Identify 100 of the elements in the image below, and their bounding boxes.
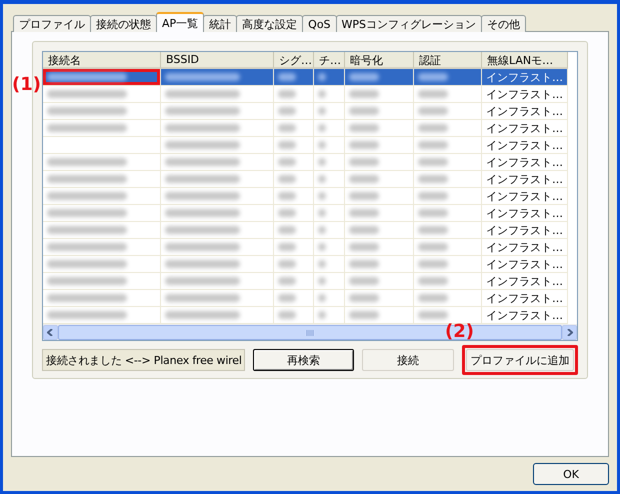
redacted-text [418,226,448,234]
redacted-text [278,158,296,166]
column-header[interactable]: 認証 [414,52,482,69]
table-cell: インフラスト… [482,290,568,307]
redacted-text [349,192,379,200]
action-button[interactable]: 再検索 [252,349,354,371]
table-cell: インフラスト… [482,188,568,205]
table-cell: インフラスト… [482,205,568,222]
redacted-text [278,260,296,268]
redacted-text [418,209,448,217]
grip-icon [306,330,314,336]
redacted-text [349,141,379,149]
table-cell: インフラスト… [482,137,568,154]
redacted-text [318,192,326,200]
tab[interactable]: その他 [481,15,526,32]
redacted-text [418,107,448,115]
tab[interactable]: WPSコンフィグレーション [336,15,482,32]
table-cell: インフラスト… [482,171,568,188]
redacted-text [318,141,326,149]
redacted-text [349,107,379,115]
action-button[interactable]: プロファイルに追加 [466,349,574,371]
table-cell: インフラスト… [482,69,568,86]
table-cell: インフラスト… [482,273,568,290]
redacted-text [278,226,296,234]
table-cell: インフラスト… [482,86,568,103]
table-cell: インフラスト… [482,307,568,324]
redacted-text [318,107,326,115]
table-cell: インフラスト… [482,120,568,137]
redacted-text [278,243,296,251]
redacted-text [418,243,448,251]
redacted-text [318,260,326,268]
redacted-text [349,175,379,183]
redacted-text [349,294,379,302]
status-text: 接続されました <--> Planex free wirel [42,349,245,371]
annotation-label: (1) [12,74,41,95]
redacted-text [278,141,296,149]
scroll-right-icon[interactable] [562,325,577,340]
redacted-text [318,158,326,166]
table-cell: インフラスト… [482,154,568,171]
column-header[interactable]: チ… [314,52,345,69]
tab[interactable]: 統計 [203,15,238,32]
redacted-text [418,90,448,98]
redacted-text [318,311,326,319]
table-cell: インフラスト… [482,222,568,239]
redacted-text [418,294,448,302]
redacted-text [278,73,296,81]
table-cell: インフラスト… [482,103,568,120]
annotation-label: (2) [445,321,474,342]
redacted-text [278,277,296,285]
redacted-text [349,124,379,132]
redacted-text [318,294,326,302]
redacted-text [418,158,448,166]
redacted-text [349,277,379,285]
redacted-text [349,209,379,217]
redacted-text [349,260,379,268]
redacted-text [349,226,379,234]
table-cell: インフラスト… [482,239,568,256]
redacted-text [318,277,326,285]
redacted-text [278,90,296,98]
redacted-text [278,175,296,183]
redacted-text [349,311,379,319]
redacted-text [418,141,448,149]
redacted-text [318,90,326,98]
redacted-text [318,124,326,132]
redacted-text [318,175,326,183]
tab[interactable]: 接続の状態 [90,15,157,32]
redacted-text [418,192,448,200]
ok-button[interactable]: OK [533,463,609,485]
column-header[interactable]: 無線LANモ… [482,52,568,69]
redacted-text [278,107,296,115]
redacted-text [418,73,448,81]
redacted-text [318,73,326,81]
redacted-text [349,90,379,98]
redacted-text [418,311,448,319]
redacted-text [349,243,379,251]
column-header[interactable]: BSSID [161,52,274,69]
column-header[interactable]: 暗号化 [345,52,414,69]
column-header[interactable]: シグ… [274,52,314,69]
tab[interactable]: AP一覧 [156,12,204,32]
redacted-text [349,73,379,81]
tab[interactable]: プロファイル [13,15,91,32]
redacted-text [278,209,296,217]
redacted-text [278,124,296,132]
tab[interactable]: QoS [302,15,337,32]
redacted-text [278,294,296,302]
redacted-text [418,124,448,132]
table-cell: インフラスト… [482,256,568,273]
redacted-text [318,243,326,251]
scroll-left-icon[interactable] [43,325,58,340]
redacted-text [418,175,448,183]
redacted-text [318,226,326,234]
redacted-text [418,260,448,268]
tab[interactable]: 高度な設定 [236,15,304,32]
action-button[interactable]: 接続 [362,349,454,371]
redacted-text [318,209,326,217]
redacted-text [278,192,296,200]
column-header[interactable]: 接続名 [43,52,161,69]
redacted-text [278,311,296,319]
redacted-text [349,158,379,166]
redacted-text [418,277,448,285]
